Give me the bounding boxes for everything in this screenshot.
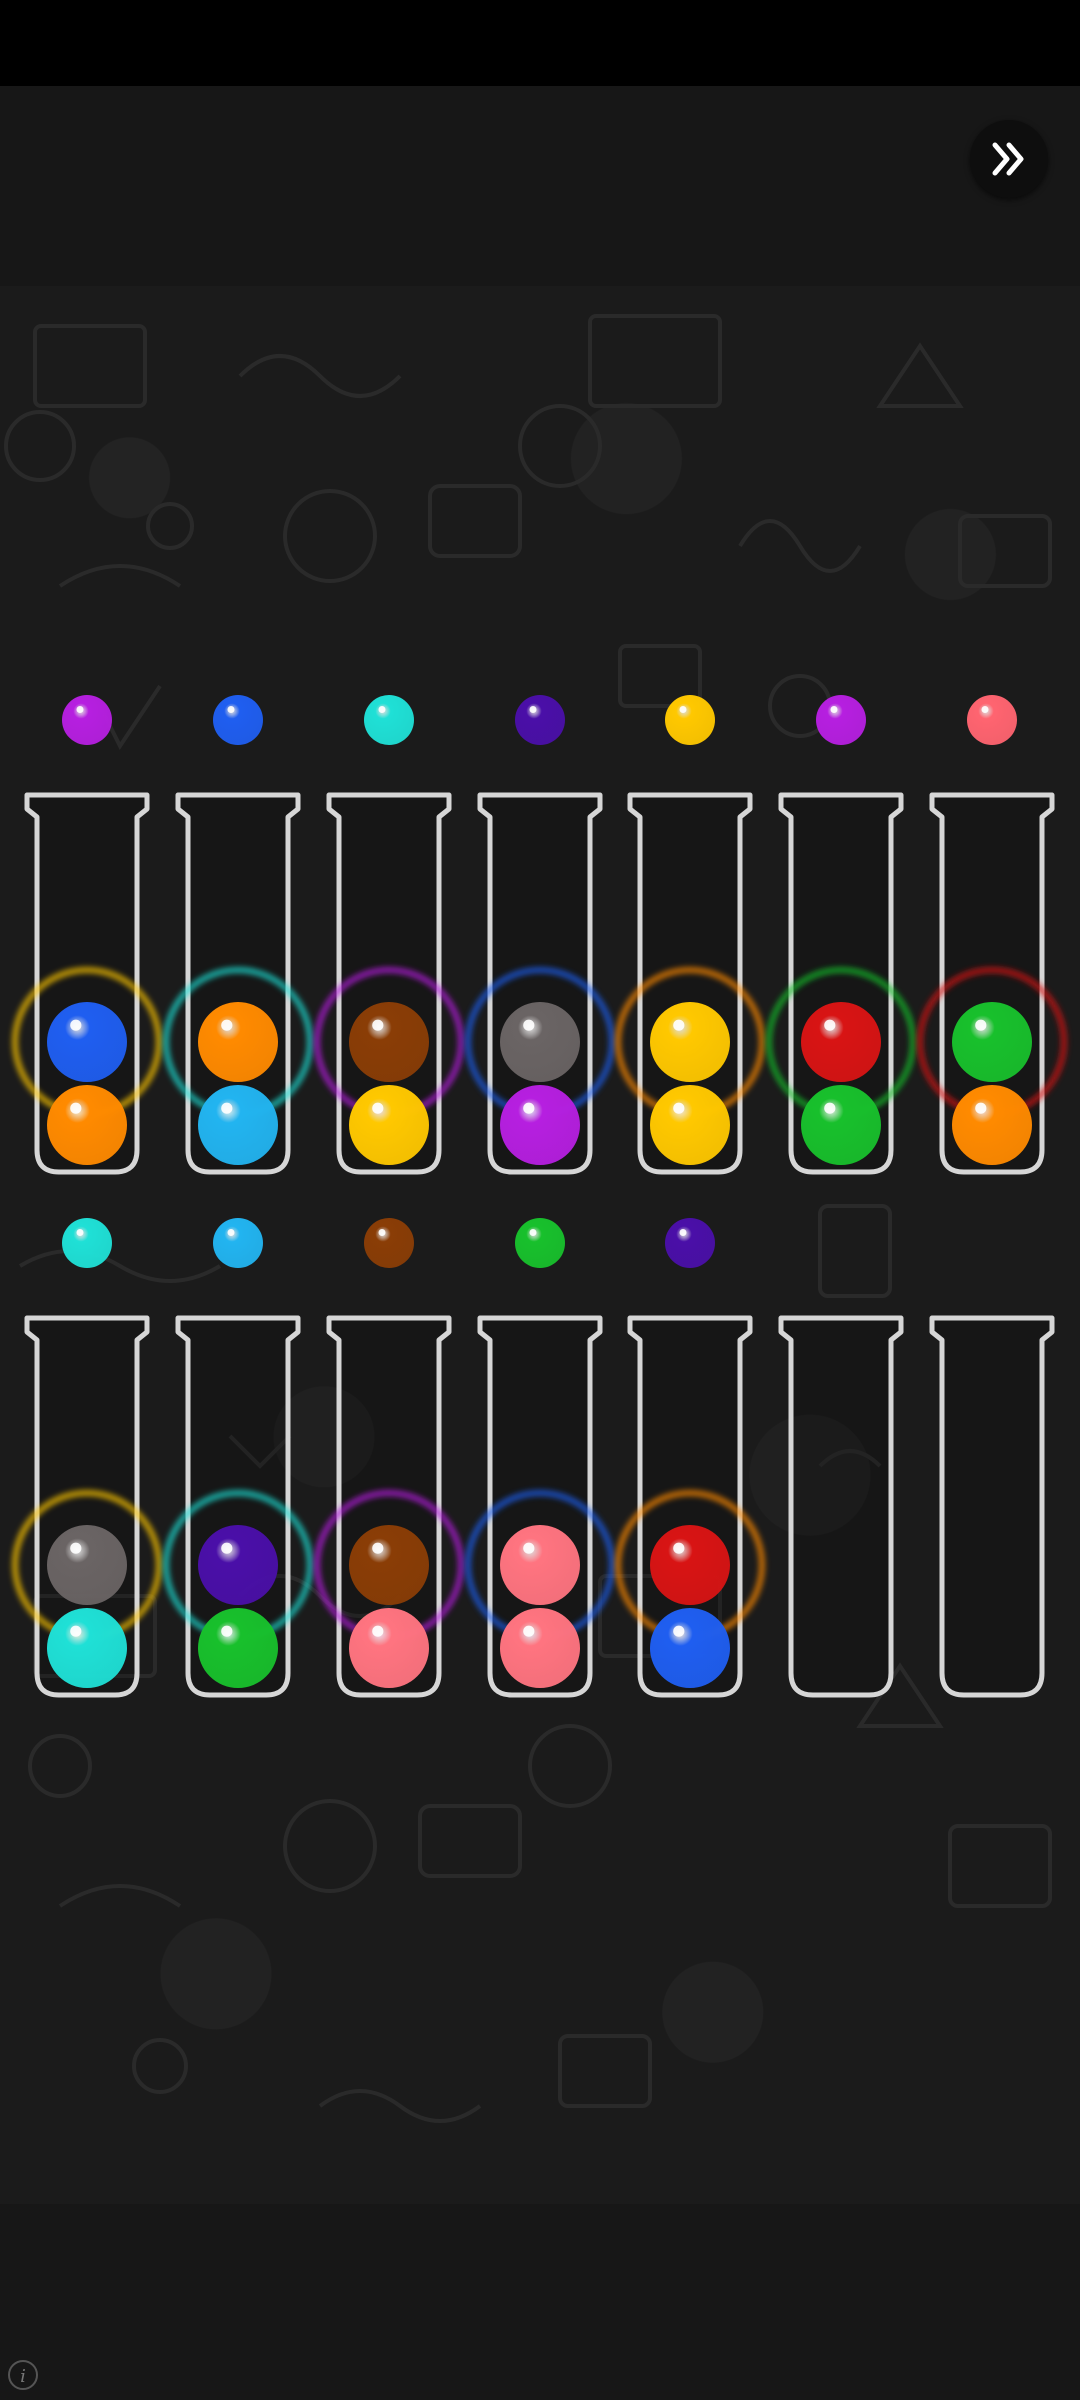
tube-ball (349, 1525, 429, 1605)
indicator-ball (515, 1218, 565, 1268)
tube[interactable] (12, 792, 162, 1175)
tube-ball (349, 1608, 429, 1688)
tube-ball (198, 1525, 278, 1605)
indicator-ball (364, 695, 414, 745)
tube[interactable] (12, 1315, 162, 1698)
indicator-ball (816, 695, 866, 745)
indicator-ball (364, 1218, 414, 1268)
tube-ball (801, 1085, 881, 1165)
tube-ball (47, 1608, 127, 1688)
tube-ball (349, 1002, 429, 1082)
indicator-ball (213, 1218, 263, 1268)
tube-ball (650, 1085, 730, 1165)
tube[interactable] (615, 1315, 765, 1698)
tube-ball (500, 1085, 580, 1165)
tube-ball (650, 1525, 730, 1605)
tube[interactable] (163, 792, 313, 1175)
indicator-ball (515, 695, 565, 745)
tube-ball (47, 1085, 127, 1165)
tube-ball (650, 1608, 730, 1688)
tube-ball (198, 1085, 278, 1165)
tube-ball (198, 1002, 278, 1082)
indicator-ball (665, 695, 715, 745)
tube-ball (47, 1525, 127, 1605)
indicator-ball (62, 1218, 112, 1268)
tube-ball (500, 1525, 580, 1605)
game-layer (12, 695, 1067, 1698)
tube-ball (500, 1002, 580, 1082)
tube[interactable] (314, 792, 464, 1175)
tube[interactable] (163, 1315, 313, 1698)
tube-ball (349, 1085, 429, 1165)
tube-ball (198, 1608, 278, 1688)
tube[interactable] (465, 1315, 615, 1698)
tube-ball (801, 1002, 881, 1082)
tube-ball (952, 1085, 1032, 1165)
tube-ball (47, 1002, 127, 1082)
tube[interactable] (465, 792, 615, 1175)
tube[interactable] (615, 792, 765, 1175)
tube[interactable] (917, 792, 1067, 1175)
tube-ball (650, 1002, 730, 1082)
tube[interactable] (778, 1315, 904, 1698)
indicator-ball (62, 695, 112, 745)
tube-ball (952, 1002, 1032, 1082)
indicator-ball (213, 695, 263, 745)
tube-ball (500, 1608, 580, 1688)
tube[interactable] (929, 1315, 1055, 1698)
indicator-ball (967, 695, 1017, 745)
indicator-ball (665, 1218, 715, 1268)
tube[interactable] (766, 792, 916, 1175)
tube[interactable] (314, 1315, 464, 1698)
